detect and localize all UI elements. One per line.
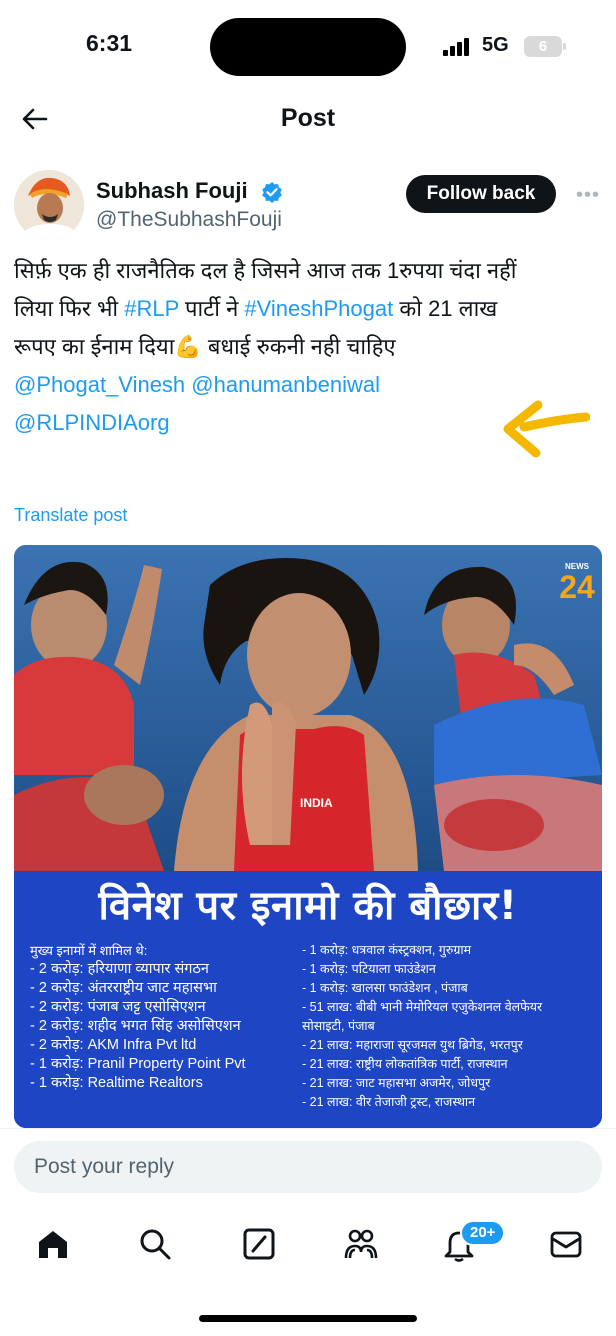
mention-phogat-vinesh[interactable]: @Phogat_Vinesh [14,372,185,397]
post-image[interactable]: INDIA विनेश पर इनामो की बौछार! मुख्य इना… [14,545,602,1128]
page-title: Post [280,104,336,132]
awards-banner: विनेश पर इनामो की बौछार! मुख्य इनामों मे… [14,871,602,1128]
signal-icon [443,38,471,56]
post-line-2: लिया फिर भी #RLP पार्टी ने #VineshPhogat… [14,290,606,328]
home-icon[interactable] [35,1226,71,1262]
award-item: - 1 करोड़: Pranil Property Point Pvt [30,1056,246,1072]
award-item: - 2 करोड़: अंतरराष्ट्रीय जाट महासभा [30,980,217,996]
more-options-icon[interactable]: ••• [576,184,600,207]
follow-back-button[interactable]: Follow back [406,175,556,213]
communities-icon[interactable] [343,1226,379,1262]
battery-icon: 6 [524,36,562,57]
notifications-badge: 20+ [460,1220,506,1246]
award-item: - 2 करोड़: हरियाणा व्यापार संगठन [30,961,209,977]
messages-icon[interactable] [548,1226,584,1262]
post-line-1: सिर्फ़ एक ही राजनैतिक दल है जिसने आज तक … [14,258,517,283]
award-item: - 2 करोड़: शहीद भगत सिंह असोसिएशन [30,1018,241,1034]
award-item: सोसाइटी, पंजाब [302,1019,375,1033]
award-item: - 1 करोड़: Realtime Realtors [30,1075,203,1091]
battery-tip [563,43,566,50]
post-text-segment: लिया फिर भी [14,296,125,321]
hashtag-vineshphogat[interactable]: #VineshPhogat [244,296,393,321]
award-item: - 51 लाख: बीबी भानी मेमोरियल एजुकेशनल वे… [302,1000,543,1014]
post-text-segment: पार्टी ने [178,296,245,321]
dynamic-island [210,18,406,76]
award-item: - 2 करोड़: पंजाब जट्ट एसोसिएशन [30,999,206,1015]
home-indicator[interactable] [199,1315,417,1322]
hashtag-rlp[interactable]: #RLP [124,296,179,321]
award-item: - 21 लाख: जाट महासभा अजमेर, जोधपुर [302,1076,491,1090]
post-text-segment: को 21 लाख [393,296,498,321]
banner-title: विनेश पर इनामो की बौछार! [98,883,518,929]
award-item: - 2 करोड़: AKM Infra Pvt ltd [30,1037,197,1053]
yellow-arrow-annotation-icon [503,400,590,458]
author-handle[interactable]: @TheSubhashFouji [96,208,282,232]
wrestler-photo: INDIA [14,545,602,871]
award-item: - 1 करोड़: पटियाला फाउंडेशन [302,962,436,976]
verified-badge-icon [262,182,282,203]
avatar[interactable] [14,170,84,240]
award-item: - 21 लाख: वीर तेजाजी ट्रस्ट, राजस्थान [302,1095,476,1109]
shirt-text: INDIA [300,796,333,810]
mention-hanumanbeniwal[interactable]: @hanumanbeniwal [191,372,380,397]
mention-rlpindiaorg[interactable]: @RLPINDIAorg [14,410,170,435]
award-item: - 1 करोड़: खालसा फाउंडेशन , पंजाब [302,981,468,995]
post-line-3: रूपए का ईनाम दिया💪 बधाई रुकनी नही चाहिए [14,334,396,359]
translate-post-link[interactable]: Translate post [14,505,127,526]
news24-logo: NEWS 24 [559,562,595,604]
author-name[interactable]: Subhash Fouji [96,178,248,204]
search-icon[interactable] [137,1226,173,1262]
grok-compose-icon[interactable] [241,1226,277,1262]
award-item: - 21 लाख: महाराजा सूरजमल युथ ब्रिगेड, भर… [302,1038,523,1052]
award-item: - 1 करोड़: धत्रवाल कंस्ट्रक्शन, गुरुग्रा… [302,943,472,957]
award-item: मुख्य इनामों में शामिल थे: [30,943,148,958]
reply-input[interactable]: Post your reply [14,1141,602,1193]
divider [0,1128,616,1129]
award-item: - 21 लाख: राष्ट्रीय लोकतांत्रिक पार्टी, … [302,1057,508,1071]
right-award-list: - 1 करोड़: धत्रवाल कंस्ट्रक्शन, गुरुग्रा… [302,941,542,1112]
status-time: 6:31 [86,30,133,56]
logo-text-number: 24 [559,569,595,604]
left-award-list: मुख्य इनामों में शामिल थे: - 2 करोड़: हर… [30,941,246,1093]
network-label: 5G [482,34,509,56]
